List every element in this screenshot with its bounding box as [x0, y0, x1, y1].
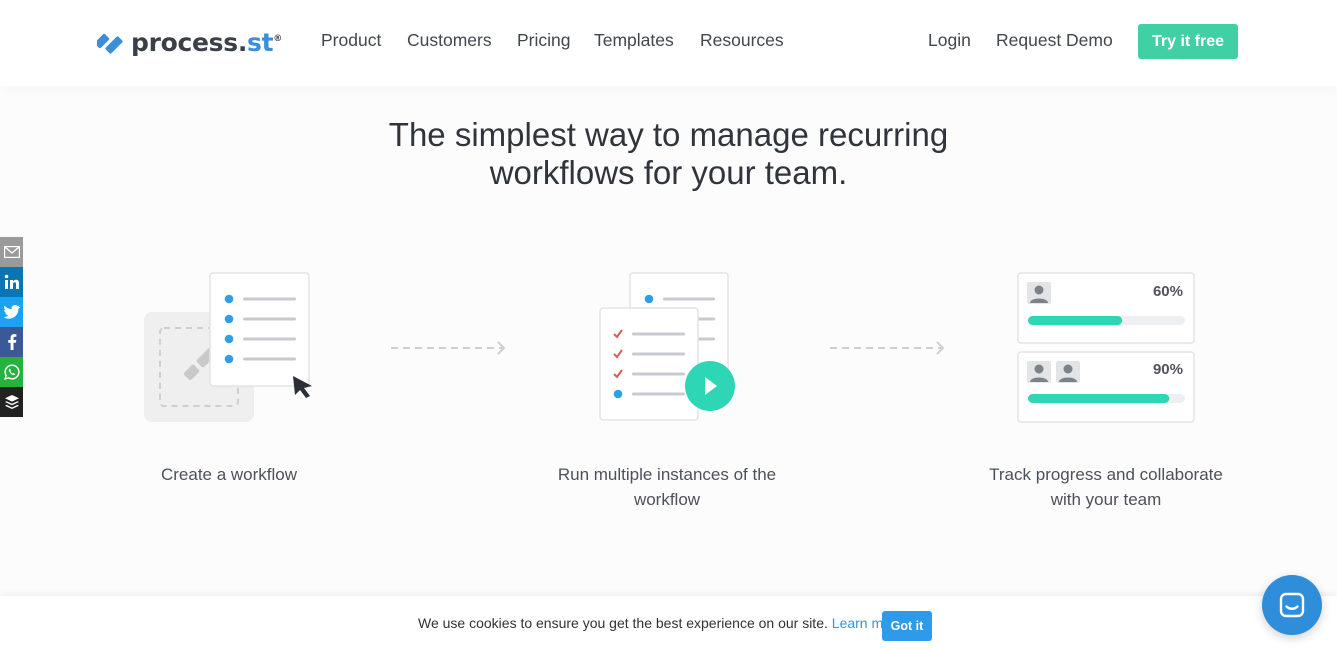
step-caption-create: Create a workflow	[160, 465, 298, 484]
progress-bar-fill	[1028, 394, 1170, 403]
hero-headline: The simplest way to manage recurring wor…	[0, 116, 1337, 192]
arrow-right-icon	[830, 341, 945, 355]
progress-bar-fill	[1028, 316, 1123, 325]
nav-resources[interactable]: Resources	[700, 30, 784, 51]
request-demo-link[interactable]: Request Demo	[996, 30, 1113, 51]
try-it-free-button[interactable]: Try it free	[1138, 24, 1238, 59]
cookie-banner: We use cookies to ensure you get the bes…	[0, 596, 1337, 649]
logo-mark-icon	[97, 33, 123, 54]
buffer-icon	[4, 395, 19, 409]
track-progress-illustration: 60% 90%	[1017, 272, 1197, 424]
step-caption-run: Run multiple instances of the workflow	[557, 465, 777, 509]
linkedin-icon	[4, 274, 19, 289]
chat-icon	[1279, 592, 1305, 618]
whatsapp-icon	[3, 364, 20, 380]
nav-pricing[interactable]: Pricing	[517, 30, 571, 51]
got-it-button[interactable]: Got it	[882, 611, 932, 641]
nav-templates[interactable]: Templates	[594, 30, 674, 51]
user-avatar-icon	[1027, 361, 1051, 383]
progress-percent: 90%	[1152, 361, 1183, 378]
share-buffer[interactable]	[0, 387, 23, 417]
hero-line-2: workflows for your team.	[489, 154, 848, 191]
logo[interactable]: process.st®	[97, 26, 282, 58]
share-email[interactable]	[0, 237, 23, 267]
facebook-icon	[7, 334, 16, 350]
arrow-right-icon	[391, 341, 506, 355]
share-linkedin[interactable]	[0, 267, 23, 297]
share-twitter[interactable]	[0, 297, 23, 327]
hero-line-1: The simplest way to manage recurring	[388, 116, 949, 153]
step-caption-track: Track progress and collaborate with your…	[989, 465, 1223, 509]
user-avatar-icon	[1056, 361, 1080, 383]
share-whatsapp[interactable]	[0, 357, 23, 387]
user-avatar-icon	[1027, 282, 1051, 304]
progress-percent: 60%	[1152, 283, 1183, 300]
login-link[interactable]: Login	[928, 30, 971, 51]
run-instances-illustration	[599, 272, 735, 421]
create-workflow-illustration	[144, 272, 312, 422]
nav-product[interactable]: Product	[321, 30, 381, 51]
chat-launcher-button[interactable]	[1262, 575, 1322, 635]
share-facebook[interactable]	[0, 327, 23, 357]
cookie-text: We use cookies to ensure you get the bes…	[418, 615, 904, 631]
site-header: process.st® Product Customers Pricing Te…	[0, 0, 1337, 86]
email-icon	[3, 246, 20, 258]
logo-text: process.st®	[131, 27, 282, 57]
nav-customers[interactable]: Customers	[407, 30, 492, 51]
twitter-icon	[3, 305, 20, 319]
